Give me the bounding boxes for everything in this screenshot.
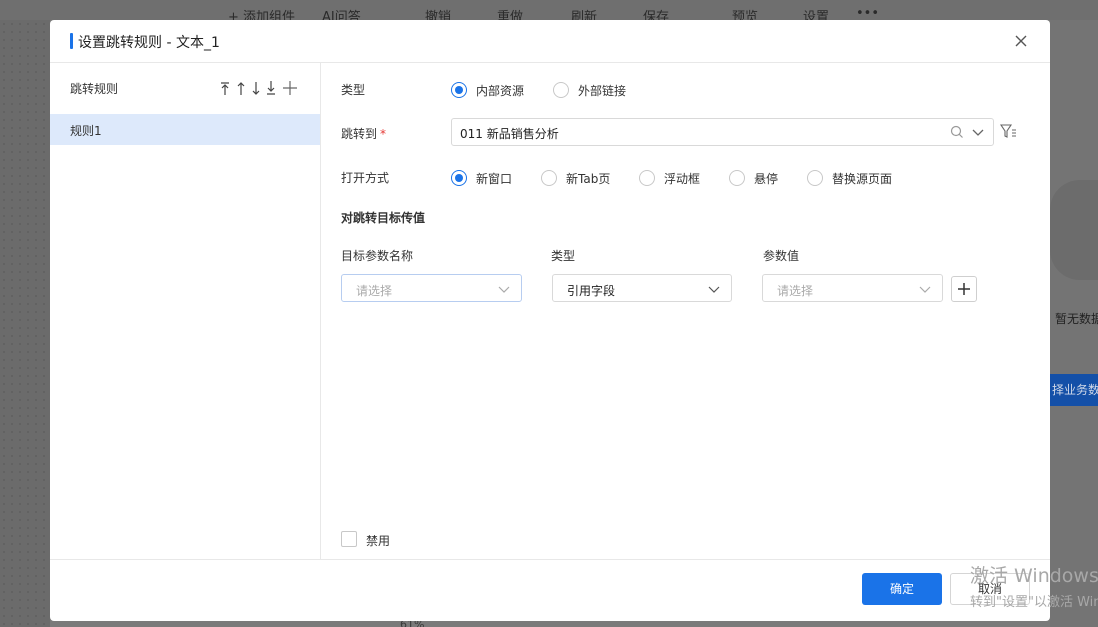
column-param-value: 参数值 [763, 249, 800, 263]
column-type: 类型 [551, 249, 576, 263]
radio-label: 悬停 [754, 172, 779, 186]
windows-activation-watermark: 激活 Windows 转到"设置"以激活 Windows。 [970, 561, 1098, 610]
param-value-select[interactable]: 请选择 [762, 274, 943, 302]
param-name-select[interactable]: 请选择 [341, 274, 522, 302]
search-icon[interactable] [949, 124, 965, 140]
radio-label: 浮动框 [664, 172, 701, 186]
radio-unchecked-icon [553, 82, 569, 98]
dialog-title: 设置跳转规则 - 文本_1 [78, 35, 220, 51]
close-icon[interactable] [1012, 32, 1030, 50]
move-to-top-icon[interactable] [218, 79, 232, 97]
more-button[interactable]: ••• [856, 6, 879, 21]
jump-rule-dialog: 设置跳转规则 - 文本_1 跳转规则 规则1 类型 内部资源 外部链接 跳转到 … [50, 20, 1050, 621]
open-mode-float-radio[interactable]: 浮动框 [639, 169, 709, 187]
chevron-down-icon[interactable] [970, 124, 986, 140]
plus-icon [958, 283, 970, 295]
add-rule-icon[interactable] [282, 79, 298, 97]
pass-values-title: 对跳转目标传值 [341, 211, 426, 225]
footer-divider [50, 559, 1050, 560]
rule-list-item[interactable]: 规则1 [50, 114, 320, 145]
move-to-bottom-icon[interactable] [264, 79, 278, 97]
background-toolbar: + 添加组件 AI问答 撤销 重做 刷新 保存 预览 设置 ••• [0, 0, 1098, 25]
open-mode-new-tab-radio[interactable]: 新Tab页 [541, 169, 621, 187]
open-mode-label: 打开方式 [341, 171, 390, 185]
radio-label: 新窗口 [476, 172, 513, 186]
param-name-placeholder: 请选择 [356, 284, 393, 298]
watermark-line-1: 激活 Windows [970, 565, 1098, 587]
header-divider [50, 62, 1050, 63]
disable-checkbox[interactable] [341, 531, 357, 547]
radio-unchecked-icon [639, 170, 655, 186]
jump-to-label: 跳转到 * [341, 127, 387, 141]
panel-divider [320, 62, 321, 559]
radio-label: 替换源页面 [832, 172, 893, 186]
chevron-down-icon [919, 286, 931, 293]
dialog-header: 设置跳转规则 - 文本_1 [50, 20, 1050, 62]
open-mode-new-window-radio[interactable]: 新窗口 [451, 169, 521, 187]
type-label: 类型 [341, 83, 366, 97]
watermark-line-2: 转到"设置"以激活 Windows。 [970, 595, 1098, 610]
type-external-radio[interactable]: 外部链接 [553, 81, 633, 99]
radio-label: 新Tab页 [566, 172, 611, 186]
radio-checked-icon [451, 170, 467, 186]
radio-unchecked-icon [541, 170, 557, 186]
move-down-icon[interactable] [249, 79, 263, 97]
param-type-select[interactable]: 引用字段 [552, 274, 732, 302]
move-up-icon[interactable] [234, 79, 248, 97]
background-canvas [0, 20, 50, 627]
radio-unchecked-icon [807, 170, 823, 186]
rule-item-label: 规则1 [70, 124, 102, 138]
param-type-value: 引用字段 [567, 284, 616, 298]
select-business-button[interactable]: 择业务数 [1050, 374, 1098, 406]
chevron-down-icon [708, 286, 720, 293]
column-param-name: 目标参数名称 [341, 249, 414, 263]
empty-illustration-icon [1050, 180, 1098, 280]
radio-unchecked-icon [729, 170, 745, 186]
title-accent-bar [70, 33, 73, 49]
param-value-placeholder: 请选择 [777, 284, 814, 298]
radio-label: 内部资源 [476, 84, 525, 98]
jump-target-value: 011 新品销售分析 [460, 127, 559, 141]
confirm-button[interactable]: 确定 [862, 573, 942, 605]
jump-target-select[interactable]: 011 新品销售分析 [451, 118, 994, 146]
rules-heading: 跳转规则 [70, 82, 119, 96]
required-mark: * [380, 127, 387, 141]
filter-icon[interactable] [1000, 123, 1017, 140]
empty-text: 暂无数据 [1055, 312, 1098, 326]
open-mode-hover-radio[interactable]: 悬停 [729, 169, 789, 187]
add-param-button[interactable] [951, 276, 977, 302]
chevron-down-icon [498, 286, 510, 293]
disable-label: 禁用 [366, 534, 391, 548]
background-right-panel: 暂无数据 择业务数 [1050, 20, 1098, 627]
radio-label: 外部链接 [578, 84, 627, 98]
type-internal-radio[interactable]: 内部资源 [451, 81, 531, 99]
open-mode-replace-radio[interactable]: 替换源页面 [807, 169, 902, 187]
radio-checked-icon [451, 82, 467, 98]
